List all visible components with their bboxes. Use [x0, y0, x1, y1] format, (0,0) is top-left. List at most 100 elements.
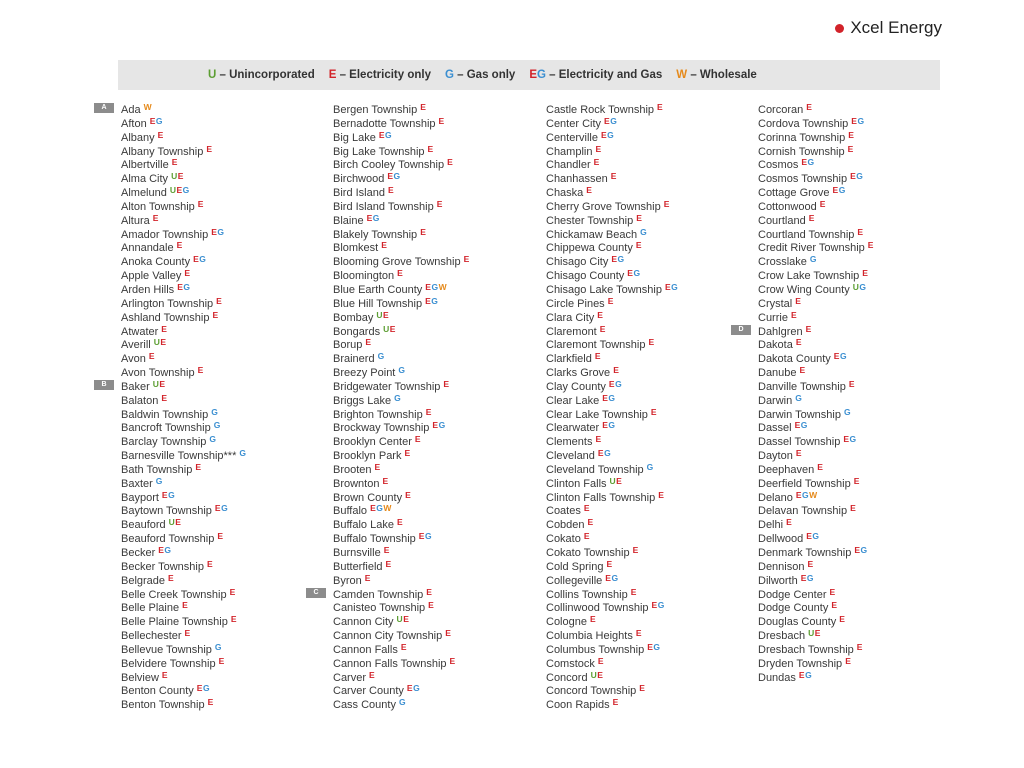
service-codes: E — [850, 503, 856, 513]
service-codes: EG — [211, 227, 224, 237]
list-item: Circle Pines E — [546, 295, 678, 310]
service-codes: EG — [854, 545, 867, 555]
list-item: Clinton Falls Township E — [546, 489, 678, 504]
code-e: E — [829, 586, 836, 597]
list-item: Danville Township E — [758, 378, 874, 393]
code-e: E — [182, 600, 189, 611]
code-e: E — [387, 185, 395, 196]
code-e: E — [616, 475, 623, 486]
list-item: Bongards UE — [333, 323, 470, 338]
service-codes: E — [584, 531, 590, 541]
service-codes: EG — [158, 545, 171, 555]
service-codes: E — [443, 379, 449, 389]
code-u: U — [383, 323, 390, 334]
code-e: E — [636, 212, 643, 223]
code-e: E — [805, 323, 812, 334]
list-item: Dodge Center E — [758, 586, 874, 601]
list-item: Beauford Township E — [121, 530, 247, 545]
code-e: E — [427, 143, 434, 154]
code-e: E — [632, 545, 639, 555]
list-item: Amador Township EG — [121, 226, 247, 241]
code-g: G — [183, 281, 191, 292]
list-item: Dryden Township E — [758, 655, 874, 670]
code-e: E — [856, 641, 863, 652]
service-codes: E — [198, 365, 204, 375]
list-item: Bombay UE — [333, 309, 470, 324]
list-item: Dakota County EG — [758, 350, 874, 365]
code-g: G — [438, 420, 446, 431]
brand-logo: Xcel Energy — [835, 18, 942, 38]
code-e: E — [175, 517, 182, 528]
code-g: G — [202, 683, 211, 694]
list-item: Dennison E — [758, 558, 874, 573]
code-g: G — [640, 226, 648, 237]
list-item: Albertville E — [121, 156, 247, 171]
service-codes: E — [161, 393, 167, 403]
list-item: Dundas EG — [758, 669, 874, 684]
service-codes: E — [426, 407, 432, 417]
list-item: Blue Hill Township EG — [333, 295, 470, 310]
list-item: Annandale E — [121, 239, 247, 254]
code-e: E — [583, 531, 591, 542]
code-e: E — [831, 600, 838, 611]
list-item: Borup E — [333, 336, 470, 351]
list-item: Arlington Township E — [121, 295, 247, 310]
service-codes: E — [464, 254, 470, 264]
code-e: E — [230, 614, 237, 625]
service-codes: W — [144, 102, 153, 112]
service-codes: E — [426, 587, 432, 597]
code-g: G — [857, 115, 865, 126]
brand-name: Xcel Energy — [850, 18, 942, 37]
code-e: E — [197, 198, 204, 209]
list-item: Clements E — [546, 433, 678, 448]
service-codes: E — [868, 240, 874, 250]
service-codes: E — [386, 559, 392, 569]
code-e: E — [197, 365, 204, 376]
service-codes: E — [420, 102, 426, 112]
code-g: G — [239, 448, 247, 459]
list-item: Columbus Township EG — [546, 641, 678, 656]
legend-code: EG — [529, 69, 546, 81]
service-codes: E — [177, 240, 183, 250]
list-item: Avon Township E — [121, 364, 247, 379]
service-codes: UE — [610, 476, 623, 486]
code-e: E — [839, 614, 846, 625]
list-item: Courtland E — [758, 212, 874, 227]
code-e: E — [606, 558, 613, 569]
list-item: Brainerd G — [333, 350, 470, 365]
code-g: G — [646, 461, 654, 472]
service-codes: EG — [806, 531, 819, 541]
service-codes: E — [216, 296, 222, 306]
list-item: Big Lake EG — [333, 129, 470, 144]
list-item: Chanhassen E — [546, 170, 678, 185]
list-item: Collins Township E — [546, 586, 678, 601]
list-item: Corinna Township E — [758, 129, 874, 144]
service-codes: E — [800, 365, 806, 375]
code-g: G — [617, 254, 625, 265]
list-item: Ashland Township E — [121, 309, 247, 324]
list-item: Dresbach UE — [758, 627, 874, 642]
list-item: Baldwin Township G — [121, 406, 247, 421]
list-item: Chisago City EG — [546, 253, 678, 268]
code-g: G — [615, 378, 623, 389]
list-item: Douglas County E — [758, 613, 874, 628]
code-g: G — [393, 171, 401, 182]
service-codes: EG — [843, 434, 856, 444]
code-e: E — [168, 572, 175, 583]
list-item: Carver E — [333, 669, 470, 684]
service-codes: E — [608, 296, 614, 306]
code-e: E — [808, 212, 815, 223]
code-g: G — [859, 281, 867, 292]
list-item: Apple Valley E — [121, 267, 247, 282]
service-codes: G — [795, 393, 802, 403]
service-codes: E — [168, 573, 174, 583]
service-codes: EG — [177, 282, 190, 292]
code-e: E — [157, 129, 164, 140]
list-item: Cleveland EG — [546, 447, 678, 462]
code-e: E — [817, 461, 824, 472]
list-item: Cannon Falls E — [333, 641, 470, 656]
list-item: Becker EG — [121, 544, 247, 559]
service-codes: EG — [367, 213, 380, 223]
service-codes: E — [809, 213, 815, 223]
service-codes: E — [611, 171, 617, 181]
